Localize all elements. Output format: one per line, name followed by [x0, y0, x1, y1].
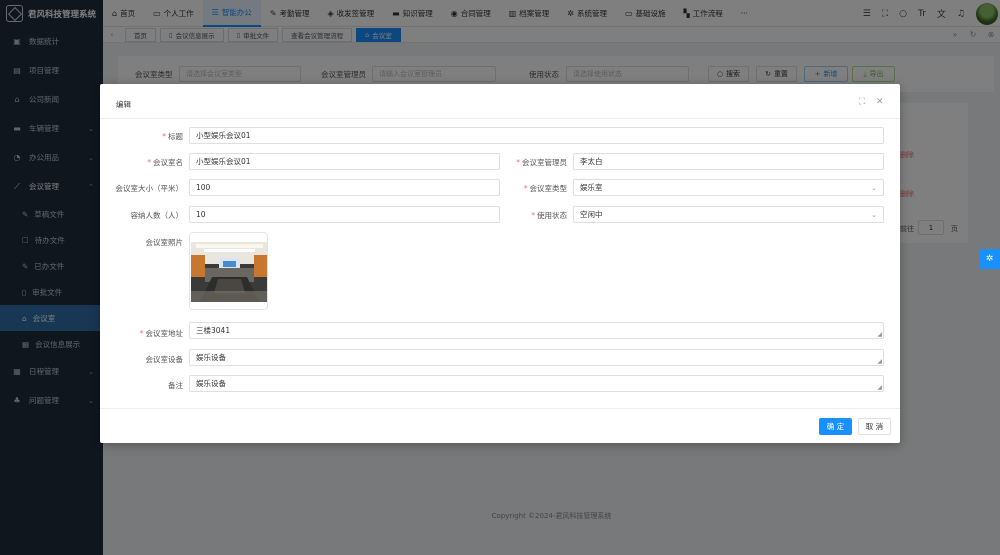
maximize-icon[interactable]: ⛶	[859, 97, 865, 107]
status-select[interactable]: 空闲中 ⌄	[573, 206, 884, 223]
confirm-button[interactable]: 确 定	[819, 418, 852, 435]
close-icon[interactable]: ✕	[876, 97, 884, 107]
dialog-title: 编辑	[116, 100, 131, 109]
resize-handle-icon[interactable]: ◢	[877, 384, 882, 391]
address-label: * 会议室地址	[139, 329, 183, 338]
room-photo[interactable]	[189, 232, 268, 310]
edit-dialog: 编辑 ⛶ ✕ * 标题 小型娱乐会议01 * 会议室名 小型娱乐会议01 * 会议室管…	[100, 84, 900, 443]
address-textarea[interactable]: 三楼3041 ◢	[189, 322, 884, 339]
capacity-label: 容纳人数（人）	[130, 211, 184, 220]
resize-handle-icon[interactable]: ◢	[877, 331, 882, 338]
chevron-down-icon: ⌄	[871, 183, 877, 192]
room-name-label: * 会议室名	[147, 158, 183, 167]
conference-room-image	[190, 233, 267, 309]
room-admin-label: * 会议室管理员	[516, 158, 567, 167]
remark-label: 备注	[168, 381, 183, 390]
chevron-down-icon: ⌄	[871, 210, 877, 219]
photo-label: 会议室照片	[145, 238, 184, 247]
equipment-textarea[interactable]: 娱乐设备 ◢	[189, 349, 884, 366]
dialog-header: 编辑 ⛶ ✕	[100, 84, 900, 119]
room-admin-input[interactable]: 李太白	[573, 153, 884, 170]
resize-handle-icon[interactable]: ◢	[877, 358, 882, 365]
status-label: * 使用状态	[531, 211, 567, 220]
dialog-footer-divider	[100, 408, 900, 409]
capacity-input[interactable]: 10	[189, 206, 500, 223]
remark-textarea[interactable]: 娱乐设备 ◢	[189, 375, 884, 392]
title-label: * 标题	[162, 132, 183, 141]
room-type-label: * 会议室类型	[523, 184, 567, 193]
settings-gear-icon[interactable]: ✲	[979, 249, 1000, 269]
title-input[interactable]: 小型娱乐会议01	[189, 127, 884, 144]
equipment-label: 会议室设备	[145, 355, 184, 364]
room-size-input[interactable]: 100	[189, 179, 500, 196]
room-size-label: 会议室大小（平米）	[115, 184, 184, 193]
cancel-button[interactable]: 取 消	[858, 418, 891, 435]
room-name-input[interactable]: 小型娱乐会议01	[189, 153, 500, 170]
room-type-select[interactable]: 娱乐室 ⌄	[573, 179, 884, 196]
